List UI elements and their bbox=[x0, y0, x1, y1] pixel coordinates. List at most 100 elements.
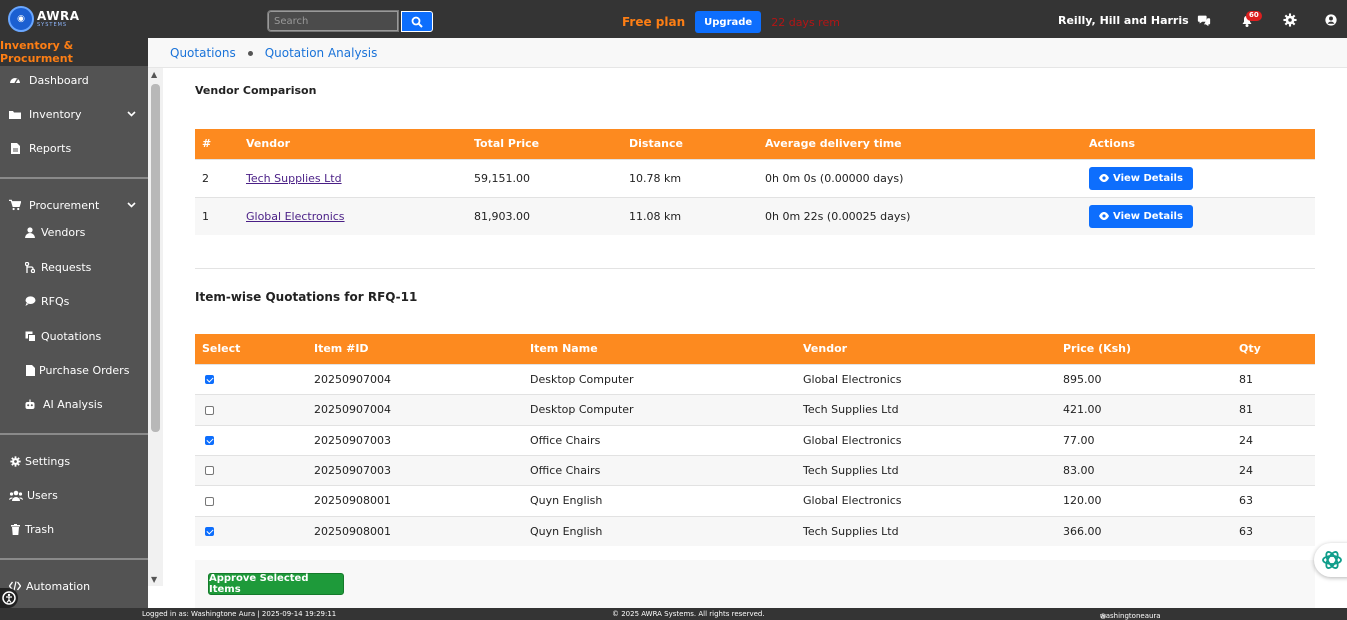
actions-cell: View Details bbox=[1082, 196, 1315, 235]
item-id-cell: 20250907003 bbox=[307, 454, 523, 485]
item-id-cell: 20250908001 bbox=[307, 515, 523, 546]
sidebar-item-settings[interactable]: Settings bbox=[0, 450, 148, 472]
select-checkbox[interactable] bbox=[205, 527, 214, 537]
sidebar-item-ai-analysis[interactable]: AI Analysis bbox=[0, 393, 148, 415]
qty-cell: 24 bbox=[1232, 454, 1315, 485]
sidebar-item-rfqs[interactable]: RFQs bbox=[0, 290, 148, 312]
select-checkbox[interactable] bbox=[205, 496, 214, 506]
sidebar-item-label: Automation bbox=[26, 579, 91, 593]
sidebar: Inventory & Procurment Dashboard Invento… bbox=[0, 38, 148, 608]
vendor-cell: Tech Supplies Ltd bbox=[796, 454, 1056, 485]
select-cell bbox=[195, 515, 307, 546]
approve-footer bbox=[195, 560, 1315, 608]
sidebar-item-reports[interactable]: Reports bbox=[0, 137, 148, 159]
itemwise-table-body: 20250907004 Desktop Computer Global Electr… bbox=[195, 363, 1315, 546]
table-header-row: Select Item #ID Item Name Vendor Price (… bbox=[195, 334, 1315, 364]
sidebar-item-label: Reports bbox=[29, 141, 72, 155]
itemwise-title: Item-wise Quotations for RFQ-11 bbox=[195, 290, 418, 304]
gear-icon[interactable] bbox=[1283, 13, 1297, 27]
vendor-comparison-table: # Vendor Total Price Distance Average de… bbox=[195, 129, 1315, 235]
qty-cell: 24 bbox=[1232, 424, 1315, 455]
search-input[interactable] bbox=[267, 10, 399, 32]
folder-icon bbox=[9, 108, 21, 120]
ai-assistant-icon bbox=[1322, 551, 1342, 569]
plan-info: Free plan Upgrade 22 days rem bbox=[622, 11, 840, 33]
view-details-button[interactable]: View Details bbox=[1089, 166, 1193, 190]
footer-logged-in: Logged in as: Washingtone Aura | 2025-09… bbox=[142, 610, 337, 618]
column-header[interactable]: Item Name bbox=[523, 334, 796, 364]
distance-cell: 11.08 km bbox=[622, 196, 758, 235]
sidebar-item-requests[interactable]: Requests bbox=[0, 256, 148, 278]
sidebar-item-quotations[interactable]: Quotations bbox=[0, 325, 148, 347]
file-icon bbox=[9, 142, 21, 154]
total-price-cell: 81,903.00 bbox=[467, 196, 622, 235]
column-header[interactable]: Price (Ksh) bbox=[1056, 334, 1232, 364]
search-button[interactable] bbox=[401, 11, 433, 32]
scroll-up-icon[interactable]: ▲ bbox=[151, 70, 157, 79]
item-id-cell: 20250907004 bbox=[307, 393, 523, 425]
chat-icon bbox=[24, 295, 36, 307]
file-icon bbox=[24, 364, 36, 376]
view-details-label: View Details bbox=[1113, 210, 1183, 222]
select-cell bbox=[195, 363, 307, 394]
sidebar-item-label: AI Analysis bbox=[43, 397, 103, 411]
table-row: 2 Tech Supplies Ltd 59,151.00 10.78 km 0… bbox=[195, 158, 1315, 197]
sidebar-item-dashboard[interactable]: Dashboard bbox=[0, 69, 148, 91]
column-header[interactable]: Total Price bbox=[467, 129, 622, 159]
copy-icon bbox=[24, 330, 36, 342]
select-checkbox[interactable] bbox=[205, 405, 214, 415]
select-checkbox[interactable] bbox=[205, 375, 214, 384]
sidebar-item-trash[interactable]: Trash bbox=[0, 518, 148, 540]
view-details-label: View Details bbox=[1113, 172, 1183, 184]
item-name-cell: Desktop Computer bbox=[523, 393, 796, 425]
approve-selected-button[interactable]: Approve Selected Items bbox=[208, 573, 344, 595]
plan-label: Free plan bbox=[622, 15, 686, 29]
column-header[interactable]: Average delivery time bbox=[758, 129, 1082, 159]
select-checkbox[interactable] bbox=[205, 466, 214, 475]
column-header[interactable]: Distance bbox=[622, 129, 758, 159]
upgrade-button[interactable]: Upgrade bbox=[695, 11, 762, 33]
search-icon bbox=[411, 16, 423, 28]
select-checkbox[interactable] bbox=[205, 436, 214, 445]
itemwise-table: Select Item #ID Item Name Vendor Price (… bbox=[195, 334, 1315, 546]
breadcrumb-quotation-analysis[interactable]: Quotation Analysis bbox=[265, 46, 378, 60]
column-header[interactable]: Vendor bbox=[239, 129, 467, 159]
item-id-cell: 20250907003 bbox=[307, 424, 523, 455]
delivery-time-cell: 0h 0m 0s (0.00000 days) bbox=[758, 158, 1082, 197]
price-cell: 77.00 bbox=[1056, 424, 1232, 455]
column-header[interactable]: Vendor bbox=[796, 334, 1056, 364]
ai-assistant-button[interactable] bbox=[1314, 543, 1347, 577]
chat-icon[interactable] bbox=[1197, 13, 1211, 27]
view-details-button[interactable]: View Details bbox=[1089, 204, 1193, 228]
item-name-cell: Quyn English bbox=[523, 484, 796, 516]
column-header[interactable]: Qty bbox=[1232, 334, 1315, 364]
company-name[interactable]: Reilly, Hill and Harris bbox=[1058, 14, 1189, 27]
notification-badge: 60 bbox=[1246, 11, 1262, 21]
sidebar-item-vendors[interactable]: Vendors bbox=[0, 221, 148, 243]
user-icon bbox=[24, 226, 36, 238]
sidebar-item-procurement[interactable]: Procurement bbox=[0, 194, 148, 216]
sidebar-scroll-thumb[interactable] bbox=[151, 84, 160, 432]
brand-logo[interactable]: ◉ AWRA SYSTEMS bbox=[8, 6, 80, 32]
column-header[interactable]: Item #ID bbox=[307, 334, 523, 364]
sidebar-item-label: Purchase Orders bbox=[39, 363, 130, 377]
user-circle-icon[interactable] bbox=[1325, 14, 1337, 26]
vendor-link[interactable]: Tech Supplies Ltd bbox=[246, 172, 342, 185]
scroll-down-icon[interactable]: ▼ bbox=[151, 575, 157, 584]
vendor-link[interactable]: Global Electronics bbox=[246, 210, 345, 223]
column-header: Select bbox=[195, 334, 307, 364]
breadcrumb-quotations[interactable]: Quotations bbox=[170, 46, 236, 60]
sidebar-item-inventory[interactable]: Inventory bbox=[0, 103, 148, 125]
footer: Logged in as: Washingtone Aura | 2025-09… bbox=[0, 608, 1347, 620]
sidebar-item-users[interactable]: Users bbox=[0, 484, 148, 506]
sidebar-item-purchase-orders[interactable]: Purchase Orders bbox=[0, 359, 148, 381]
footer-copyright: © 2025 AWRA Systems. All rights reserved… bbox=[612, 610, 765, 618]
search-bar bbox=[267, 10, 433, 32]
sidebar-item-label: RFQs bbox=[41, 294, 70, 308]
price-cell: 421.00 bbox=[1056, 393, 1232, 425]
sidebar-item-automation[interactable]: Automation bbox=[0, 575, 148, 597]
column-header: # bbox=[195, 129, 239, 159]
chevron-down-icon bbox=[127, 111, 136, 117]
robot-icon bbox=[24, 398, 36, 410]
qty-cell: 81 bbox=[1232, 393, 1315, 425]
